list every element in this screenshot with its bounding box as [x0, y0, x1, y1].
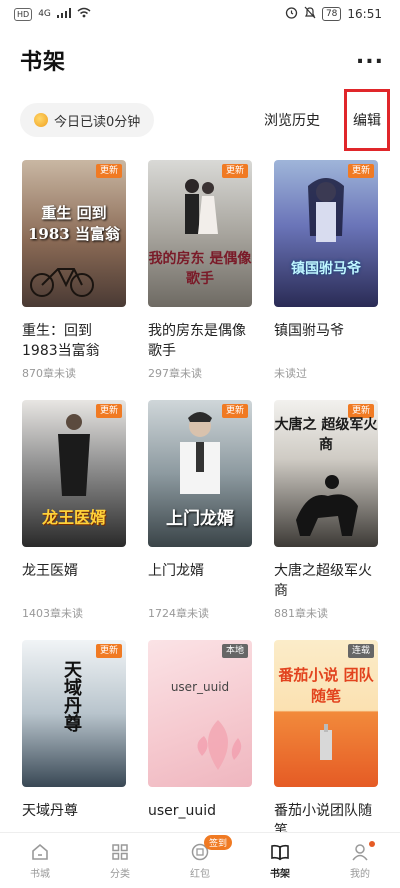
book-cover: 更新 镇国驸马爷 [274, 160, 378, 307]
history-button[interactable]: 浏览历史 [264, 110, 320, 130]
battery-indicator: 78 [321, 7, 342, 21]
cover-title: 重生 回到1983 当富翁 [28, 204, 120, 243]
coin-icon [34, 113, 48, 127]
alarm-icon [285, 6, 298, 22]
tab-label: 书架 [270, 868, 290, 880]
figure-illustration [320, 724, 332, 760]
tab-bookshelf[interactable]: 书架 [240, 833, 320, 888]
grid-icon [110, 842, 130, 862]
status-bar: HD 4G 78 16:51 [0, 0, 400, 28]
book-title: 上门龙婿 [148, 563, 204, 579]
clock-time: 16:51 [347, 7, 382, 21]
checkin-badge: 签到 [204, 835, 233, 850]
book-title: 我的房东是偶像歌手 [148, 323, 246, 359]
signal-indicator: 4G [38, 9, 51, 19]
cover-title: user_uuid [170, 680, 230, 694]
bicycle-illustration [30, 268, 94, 297]
reading-time-pill[interactable]: 今日已读0分钟 [20, 103, 155, 137]
status-left: HD 4G [14, 7, 91, 21]
home-icon [30, 842, 50, 862]
book-title: 大唐之超级军火商 [274, 563, 372, 599]
book-progress: 881章未读 [274, 607, 328, 620]
book-title: 龙王医婿 [22, 563, 78, 579]
book-item[interactable]: 更新 龙王医婿 龙王医婿 1403章未读 [22, 400, 126, 640]
book-progress: 1724章未读 [148, 607, 209, 620]
cover-title: 番茄小说 团队随笔 [278, 666, 374, 705]
cover-title: 镇国驸马爷 [291, 261, 361, 277]
tab-label: 红包 [190, 868, 210, 880]
toolbar: 今日已读0分钟 浏览历史 编辑 [20, 89, 390, 151]
header: 书架 ... [20, 44, 384, 76]
local-badge: 本地 [221, 644, 248, 658]
update-badge: 更新 [95, 644, 122, 658]
bookshelf-grid: 更新 重生 回到1983 当富翁 重生：回到1983当富翁 870章未读 更新 … [22, 160, 382, 880]
tab-category[interactable]: 分类 [80, 833, 160, 888]
cover-title: 我的房东 是偶像歌手 [148, 251, 252, 287]
update-badge: 更新 [95, 164, 122, 178]
book-item[interactable]: 更新 我的房东 是偶像歌手 我的房东是偶像歌手 297章未读 [148, 160, 252, 400]
book-item[interactable]: 更新 大唐之 超级军火商 大唐之超级军火商 881章未读 [274, 400, 378, 640]
book-cover: 更新 龙王医婿 [22, 400, 126, 547]
signal-bars-icon [56, 7, 71, 21]
book-cover: 更新 我的房东 是偶像歌手 [148, 160, 252, 307]
cover-title: 大唐之 超级军火商 [274, 417, 378, 453]
horse-rider-illustration [296, 475, 358, 536]
serial-badge: 连载 [347, 644, 374, 658]
user-icon [350, 842, 370, 862]
book-title: 重生：回到1983当富翁 [22, 323, 100, 359]
wifi-icon [77, 7, 91, 21]
tab-redpacket[interactable]: 签到 红包 [160, 833, 240, 888]
tab-label: 分类 [110, 868, 130, 880]
book-title: 镇国驸马爷 [274, 323, 344, 339]
book-cover: 连载 番茄小说 团队随笔 [274, 640, 378, 787]
book-cover: 更新 上门龙婿 [148, 400, 252, 547]
man-in-suit-illustration [58, 414, 90, 496]
book-icon [270, 842, 290, 862]
notification-dot [369, 841, 375, 847]
warrior-illustration [308, 178, 344, 242]
update-badge: 更新 [221, 404, 248, 418]
status-right: 78 16:51 [285, 6, 382, 22]
cover-title: 上门龙婿 [166, 509, 234, 529]
cover-title: 天域丹尊 [61, 660, 82, 732]
couple-illustration [185, 179, 218, 234]
tab-profile[interactable]: 我的 [320, 833, 400, 888]
update-badge: 更新 [95, 404, 122, 418]
tab-bookstore[interactable]: 书城 [0, 833, 80, 888]
hd-indicator: HD [14, 7, 33, 21]
book-cover: 更新 天域丹尊 [22, 640, 126, 787]
petals-illustration [197, 720, 242, 770]
book-item[interactable]: 更新 镇国驸马爷 镇国驸马爷 未读过 [274, 160, 378, 400]
book-cover: 更新 大唐之 超级军火商 [274, 400, 378, 547]
book-cover: 更新 重生 回到1983 当富翁 [22, 160, 126, 307]
bottom-tab-bar: 书城 分类 签到 红包 书架 我的 [0, 832, 400, 888]
more-options-button[interactable]: ... [356, 46, 384, 68]
book-item[interactable]: 更新 上门龙婿 上门龙婿 1724章未读 [148, 400, 252, 640]
tab-label: 我的 [350, 868, 370, 880]
book-progress: 未读过 [274, 367, 307, 380]
man-portrait-illustration [180, 412, 220, 494]
update-badge: 更新 [221, 164, 248, 178]
tab-label: 书城 [30, 868, 50, 880]
book-cover: 本地 user_uuid [148, 640, 252, 787]
book-progress: 297章未读 [148, 367, 202, 380]
edit-button[interactable]: 编辑 [344, 89, 390, 151]
cover-title: 龙王医婿 [41, 508, 106, 527]
book-progress: 870章未读 [22, 367, 76, 380]
book-item[interactable]: 更新 重生 回到1983 当富翁 重生：回到1983当富翁 870章未读 [22, 160, 126, 400]
page-title: 书架 [20, 50, 67, 75]
reading-time-label: 今日已读0分钟 [54, 114, 141, 130]
mute-bell-icon [304, 6, 316, 22]
book-progress: 1403章未读 [22, 607, 83, 620]
